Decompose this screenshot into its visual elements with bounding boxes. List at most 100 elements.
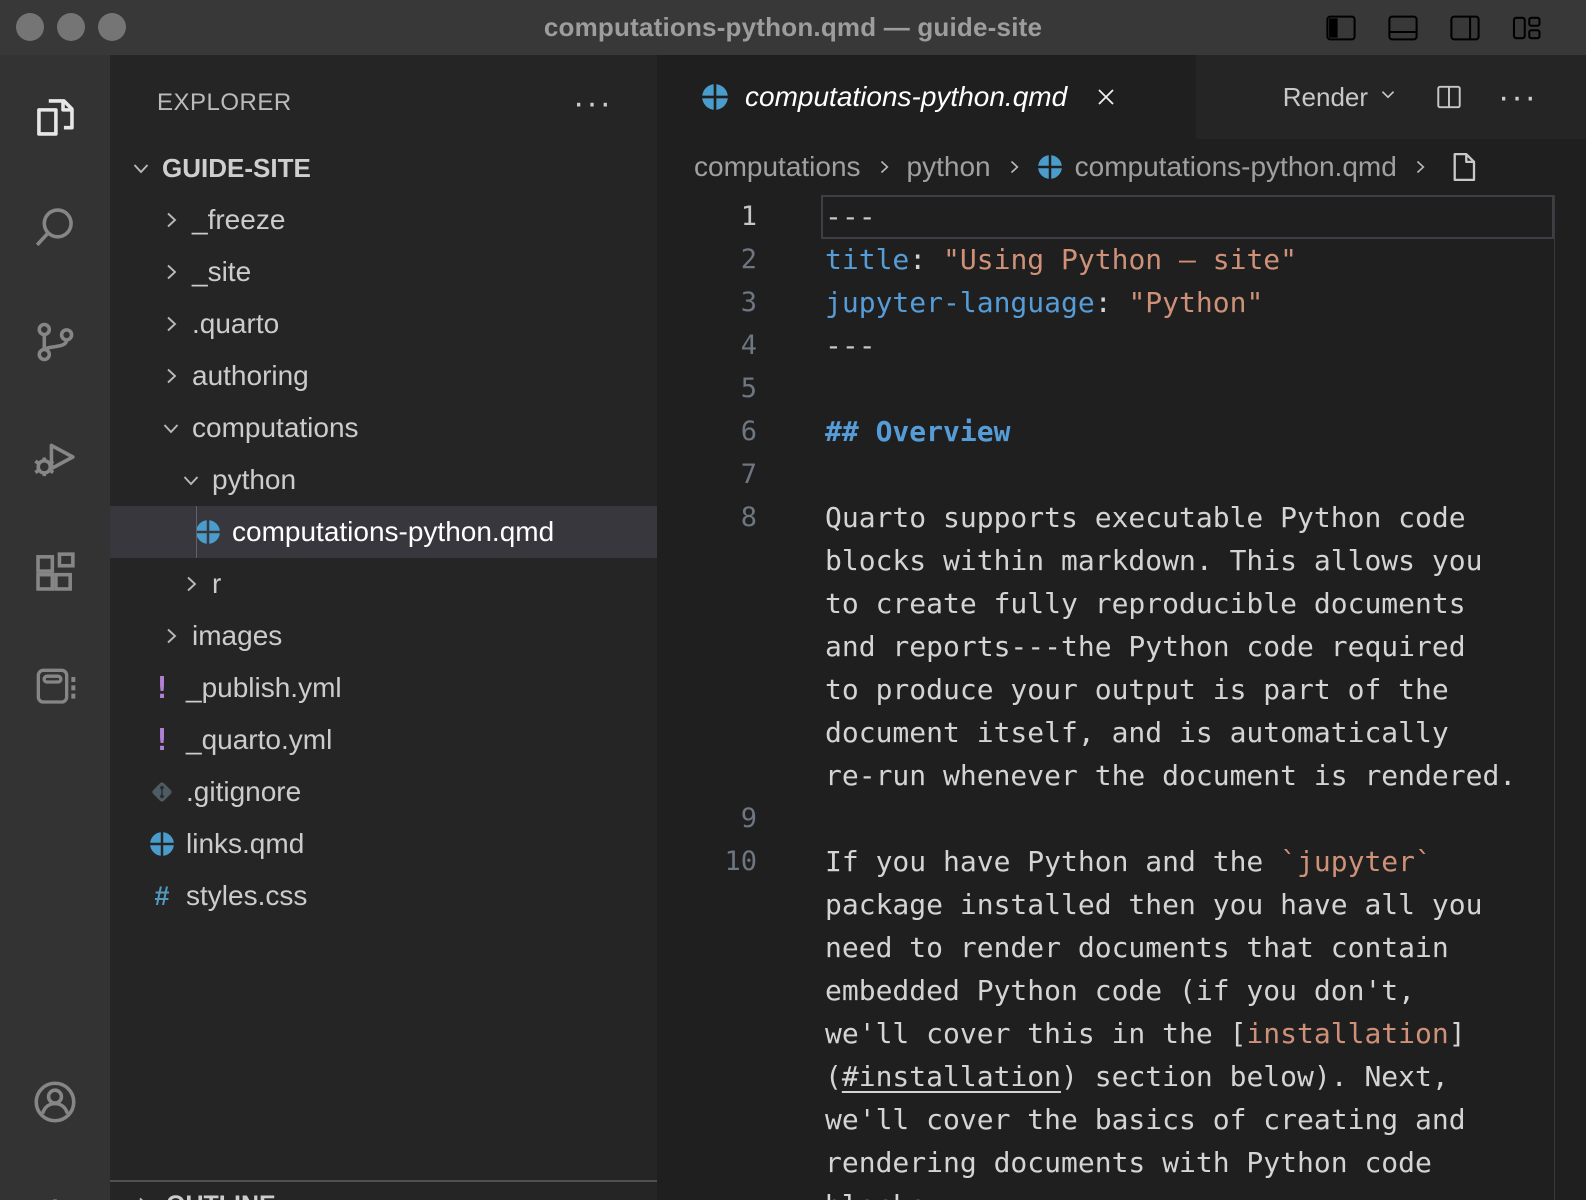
code-line-wrapped[interactable]: blocks within markdown. This allows you <box>657 539 1586 582</box>
vscode-window: computations-python.qmd — guide-site EXP… <box>0 0 1586 1200</box>
tree-item-label: r <box>212 568 221 600</box>
code-line-wrapped[interactable]: document itself, and is automatically <box>657 711 1586 754</box>
css-icon: # <box>148 882 176 910</box>
tree-item--site[interactable]: _site <box>110 246 657 298</box>
gear-icon[interactable] <box>0 1191 110 1200</box>
code-line-wrapped[interactable]: (#installation) section below). Next, <box>657 1055 1586 1098</box>
code-line-wrapped[interactable]: blocks. <box>657 1184 1586 1200</box>
quarto-icon <box>1037 154 1063 180</box>
code-lines: 1---2title: "Using Python – site" 3 jupyte… <box>657 195 1586 1200</box>
code-text: ## Overview <box>825 415 1010 448</box>
file-symbol-icon[interactable] <box>1445 149 1485 185</box>
code-line-3[interactable]: 3 jupyter-language: "Python" <box>657 281 1586 324</box>
breadcrumb-item-python[interactable]: python <box>907 151 991 183</box>
tree-item--quarto-yml[interactable]: !_quarto.yml <box>110 714 657 766</box>
tree-item-authoring[interactable]: authoring <box>110 350 657 402</box>
breadcrumb-item-computations[interactable]: computations <box>694 151 861 183</box>
toggle-panel-icon[interactable] <box>1386 13 1420 43</box>
toggle-secondary-sidebar-icon[interactable] <box>1448 13 1482 43</box>
tree-item-computations[interactable]: computations <box>110 402 657 454</box>
code-line-1[interactable]: 1--- <box>657 195 1586 238</box>
tree-item-label: authoring <box>192 360 309 392</box>
line-number: 5 <box>657 373 757 404</box>
tree-item-python[interactable]: python <box>110 454 657 506</box>
account-icon[interactable] <box>0 1074 110 1130</box>
layout-controls <box>1324 0 1544 55</box>
code-line-wrapped[interactable]: we'll cover the basics of creating and <box>657 1098 1586 1141</box>
code-text: package installed then you have all you <box>825 888 1482 921</box>
tree-item-styles-css[interactable]: # styles.css <box>110 870 657 922</box>
chevron-right-icon <box>130 1192 156 1200</box>
more-actions-icon[interactable]: ··· <box>573 93 613 113</box>
code-line-7[interactable]: 7 <box>657 453 1586 496</box>
tree-item-label: images <box>192 620 282 652</box>
run-debug-icon[interactable] <box>0 429 110 485</box>
quarto-icon <box>701 83 729 111</box>
line-number: 4 <box>657 330 757 361</box>
tree-root-guide-site[interactable]: GUIDE-SITE <box>110 142 657 194</box>
render-button[interactable]: Render <box>1283 82 1400 113</box>
outline-section-header[interactable]: OUTLINE <box>110 1185 657 1200</box>
line-number: 3 <box>657 287 757 318</box>
tree-item-label: styles.css <box>186 880 307 912</box>
code-line-wrapped[interactable]: rendering documents with Python code <box>657 1141 1586 1184</box>
chevron-down-icon <box>128 155 154 181</box>
code-line-wrapped[interactable]: to create fully reproducible documents <box>657 582 1586 625</box>
chevron-down-icon <box>1376 82 1400 113</box>
code-line-4[interactable]: 4 --- <box>657 324 1586 367</box>
code-text: (#installation) section below). Next, <box>825 1060 1449 1093</box>
code-line-8[interactable]: 8Quarto supports executable Python code <box>657 496 1586 539</box>
code-line-10[interactable]: 10If you have Python and the `jupyter` <box>657 840 1586 883</box>
explorer-header: EXPLORER ··· <box>110 83 657 123</box>
code-text: title: "Using Python – site" <box>825 243 1297 276</box>
tab-computations-python-qmd[interactable]: computations-python.qmd <box>657 55 1196 139</box>
code-line-wrapped[interactable]: re-run whenever the document is rendered… <box>657 754 1586 797</box>
code-text: blocks. <box>825 1189 943 1200</box>
code-text: need to render documents that contain <box>825 931 1449 964</box>
code-line-wrapped[interactable]: we'll cover this in the [installation] <box>657 1012 1586 1055</box>
source-control-icon[interactable] <box>0 314 110 370</box>
tree-item--quarto[interactable]: .quarto <box>110 298 657 350</box>
breadcrumb-item-file[interactable]: computations-python.qmd <box>1075 151 1397 183</box>
close-icon[interactable] <box>1093 84 1119 110</box>
code-line-9[interactable]: 9 <box>657 797 1586 840</box>
tree-item--gitignore[interactable]: .gitignore <box>110 766 657 818</box>
code-line-wrapped[interactable]: need to render documents that contain <box>657 926 1586 969</box>
indent-guide <box>196 506 197 558</box>
code-text: --- <box>825 329 876 362</box>
split-editor-icon[interactable] <box>1434 82 1464 112</box>
quarto-icon <box>148 830 176 858</box>
code-line-2[interactable]: 2title: "Using Python – site" <box>657 238 1586 281</box>
chevron-right-icon <box>1409 156 1431 178</box>
code-line-wrapped[interactable]: package installed then you have all you <box>657 883 1586 926</box>
tree-item-images[interactable]: images <box>110 610 657 662</box>
tree-item-label: _quarto.yml <box>186 724 332 756</box>
code-line-wrapped[interactable]: to produce your output is part of the <box>657 668 1586 711</box>
search-icon[interactable] <box>0 199 110 255</box>
toggle-primary-sidebar-icon[interactable] <box>1324 13 1358 43</box>
tree-item-r[interactable]: r <box>110 558 657 610</box>
customize-layout-icon[interactable] <box>1510 13 1544 43</box>
tree-item--freeze[interactable]: _freeze <box>110 194 657 246</box>
code-editor[interactable]: 1---2title: "Using Python – site" 3 jupyte… <box>657 195 1586 1200</box>
more-actions-icon[interactable]: ··· <box>1498 87 1538 107</box>
tree-item--publish-yml[interactable]: !_publish.yml <box>110 662 657 714</box>
code-line-wrapped[interactable]: embedded Python code (if you don't, <box>657 969 1586 1012</box>
chevron-right-icon <box>158 363 184 389</box>
chevron-right-icon <box>158 207 184 233</box>
tree-item-label: python <box>212 464 296 496</box>
tree-item-computations-python-qmd[interactable]: computations-python.qmd <box>110 506 657 558</box>
code-line-wrapped[interactable]: and reports---the Python code required <box>657 625 1586 668</box>
code-text: we'll cover the basics of creating and <box>825 1103 1466 1136</box>
notebook-icon[interactable] <box>0 659 110 715</box>
code-line-6[interactable]: 6## Overview <box>657 410 1586 453</box>
tree-item-label: computations-python.qmd <box>232 516 554 548</box>
code-text: we'll cover this in the [installation] <box>825 1017 1466 1050</box>
extensions-icon[interactable] <box>0 544 110 600</box>
code-text: document itself, and is automatically <box>825 716 1449 749</box>
files-icon[interactable] <box>0 89 110 145</box>
tree-item-links-qmd[interactable]: links.qmd <box>110 818 657 870</box>
code-line-5[interactable]: 5 <box>657 367 1586 410</box>
outline-label: OUTLINE <box>166 1191 276 1200</box>
code-text: jupyter-language: "Python" <box>825 286 1263 319</box>
